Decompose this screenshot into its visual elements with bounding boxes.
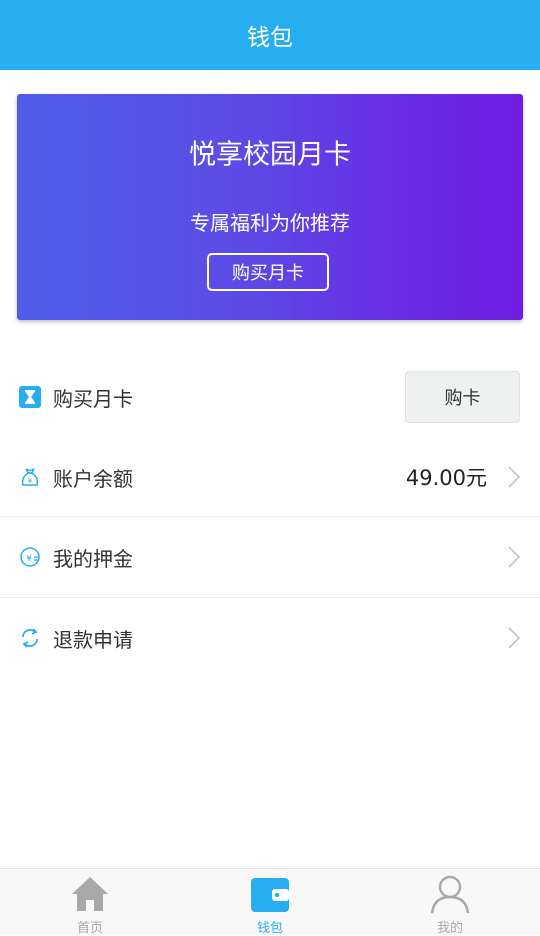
user-icon [430, 875, 470, 914]
my-deposit-label: 我的押金 [53, 546, 133, 571]
tab-wallet-label: 钱包 [256, 921, 283, 936]
money-bag-icon: ¥ [21, 468, 39, 486]
chevron-right-icon [508, 466, 521, 488]
month-card-banner[interactable]: 悦享校园月卡 专属福利为你推荐 购买月卡 [17, 94, 523, 320]
tab-mine-label: 我的 [436, 921, 463, 936]
account-balance-label: 账户余额 [53, 466, 133, 491]
tab-home-label: 首页 [76, 921, 103, 936]
tab-wallet[interactable]: 钱包 [210, 869, 330, 936]
tab-home[interactable]: 首页 [30, 869, 150, 936]
buy-card-button[interactable]: 购卡 [405, 371, 520, 423]
chevron-right-icon [508, 627, 521, 649]
page-title: 钱包 [247, 25, 293, 51]
row-refund-request[interactable]: 退款申请 [0, 598, 540, 678]
wallet-icon [251, 878, 289, 912]
chevron-right-icon [508, 546, 521, 568]
svg-text:¥: ¥ [26, 554, 32, 564]
hourglass-icon [19, 386, 41, 408]
row-account-balance[interactable]: ¥ 账户余额 49.00元 [0, 437, 540, 517]
account-balance-value: 49.00元 [405, 466, 487, 490]
deposit-icon: ¥ [20, 547, 40, 567]
banner-title: 悦享校园月卡 [189, 139, 351, 171]
home-icon [72, 877, 108, 911]
buy-month-card-button[interactable]: 购买月卡 [207, 253, 329, 291]
refund-request-label: 退款申请 [53, 627, 133, 652]
bottom-tab-bar: 首页 钱包 我的 [0, 868, 540, 936]
tab-mine[interactable]: 我的 [390, 869, 510, 936]
row-my-deposit[interactable]: ¥ 我的押金 [0, 517, 540, 597]
svg-text:¥: ¥ [28, 477, 33, 485]
banner-subtitle: 专属福利为你推荐 [190, 211, 350, 235]
refresh-icon [22, 628, 38, 648]
buy-month-card-label: 购买月卡 [53, 386, 133, 411]
top-bar: 钱包 [0, 0, 540, 70]
